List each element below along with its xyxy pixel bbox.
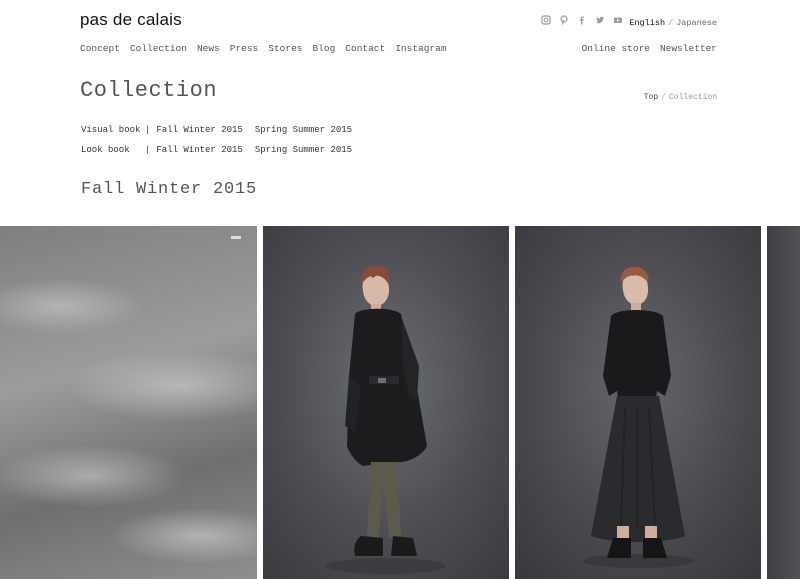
nav-item-collection[interactable]: Collection <box>130 43 187 54</box>
twitter-icon[interactable] <box>594 15 606 27</box>
visual-book-ss15-link[interactable]: Spring Summer 2015 <box>255 125 352 135</box>
lookbook-gallery[interactable] <box>0 226 800 579</box>
nav-item-concept[interactable]: Concept <box>80 43 120 54</box>
look-book-ss15-link[interactable]: Spring Summer 2015 <box>255 145 352 155</box>
nav-item-press[interactable]: Press <box>230 43 259 54</box>
nav-item-contact[interactable]: Contact <box>345 43 385 54</box>
pinterest-icon[interactable] <box>558 15 570 27</box>
gallery-logo-mark <box>231 236 241 239</box>
section-title: Fall Winter 2015 <box>81 180 258 199</box>
facebook-icon[interactable] <box>576 15 588 27</box>
visual-book-fw15-link[interactable]: Fall Winter 2015 <box>156 125 242 135</box>
divider: | <box>145 125 151 135</box>
brand-logo[interactable]: pas de calais <box>80 10 182 30</box>
breadcrumb-current: Collection <box>668 93 717 102</box>
page-title: Collection <box>80 78 218 103</box>
model-photo-skirt[interactable] <box>515 226 761 579</box>
instagram-icon[interactable] <box>540 15 552 27</box>
language-english[interactable]: English <box>629 18 665 28</box>
visual-book-label: Visual book <box>81 125 141 135</box>
nav-item-news[interactable]: News <box>197 43 220 54</box>
nav-item-instagram[interactable]: Instagram <box>395 43 446 54</box>
secondary-nav: Online store Newsletter <box>572 43 717 54</box>
model-photo-partial[interactable] <box>767 226 800 579</box>
model-photo-coat[interactable] <box>263 226 509 579</box>
nav-item-stores[interactable]: Stores <box>268 43 302 54</box>
visual-book-row: Visual book | Fall Winter 2015 Spring Summe… <box>81 125 364 135</box>
main-nav: Concept Collection News Press Stores Blog Cont… <box>80 43 457 54</box>
language-japanese[interactable]: Japanese <box>676 18 717 28</box>
youtube-icon[interactable] <box>612 15 624 27</box>
cloud-sky-image[interactable] <box>0 226 257 579</box>
divider: | <box>145 145 151 155</box>
look-book-label: Look book <box>81 145 130 155</box>
breadcrumb-separator: / <box>661 93 666 102</box>
nav-item-online-store[interactable]: Online store <box>582 43 650 54</box>
nav-item-blog[interactable]: Blog <box>312 43 335 54</box>
language-separator: / <box>668 18 674 28</box>
breadcrumb: Top / Collection <box>644 93 717 102</box>
language-switcher: English / Japanese <box>629 18 717 28</box>
look-book-row: Look book | Fall Winter 2015 Spring Summer … <box>81 145 364 155</box>
look-book-fw15-link[interactable]: Fall Winter 2015 <box>156 145 242 155</box>
nav-item-newsletter[interactable]: Newsletter <box>660 43 717 54</box>
breadcrumb-top[interactable]: Top <box>644 93 658 102</box>
